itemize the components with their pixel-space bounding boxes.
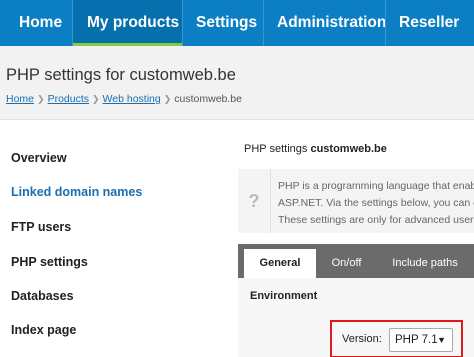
chevron-right-icon: ❯ [163, 94, 172, 104]
chevron-right-icon: ❯ [92, 94, 100, 104]
page-title: PHP settings for customweb.be [6, 66, 236, 84]
nav-divider [263, 0, 264, 46]
nav-home[interactable]: Home [19, 0, 62, 46]
page-header: PHP settings for customweb.be Home ❯ Produ… [0, 46, 474, 120]
info-line: ASP.NET. Via the settings below, you can… [278, 197, 474, 209]
sidebar-item-databases[interactable]: Databases [11, 289, 74, 309]
breadcrumb-current: customweb.be [174, 93, 242, 105]
sidebar-item-ftp-users[interactable]: FTP users [11, 220, 71, 240]
info-line: These settings are only for advanced use… [278, 214, 474, 226]
sidebar-item-php-settings[interactable]: PHP settings [11, 255, 88, 275]
nav-my-products[interactable]: My products [73, 0, 182, 46]
version-label: Version: [342, 333, 382, 345]
section-heading-domain: customweb.be [310, 143, 387, 155]
tab-general[interactable]: General [244, 249, 316, 278]
breadcrumb: Home ❯ Products ❯ Web hosting ❯ customweb.be [6, 93, 242, 105]
nav-divider [182, 0, 183, 46]
sidebar-item-index-page[interactable]: Index page [11, 323, 76, 343]
tab-bar: General On/off Include paths [238, 244, 474, 278]
info-text: PHP is a programming language that enabl… [278, 178, 474, 229]
section-heading: PHP settings customweb.be [244, 143, 387, 155]
environment-label: Environment [250, 290, 318, 302]
breadcrumb-products[interactable]: Products [48, 93, 89, 105]
caret-down-icon: ▼ [437, 335, 446, 345]
nav-administration[interactable]: Administration [277, 0, 386, 46]
sidebar-item-overview[interactable]: Overview [11, 151, 67, 171]
chevron-right-icon: ❯ [37, 94, 45, 104]
php-version-value: PHP 7.1 [395, 334, 438, 346]
info-box: ? PHP is a programming language that ena… [238, 169, 474, 233]
section-heading-prefix: PHP settings [244, 143, 308, 155]
sidebar-item-linked-domain-names[interactable]: Linked domain names [11, 185, 142, 205]
nav-divider [385, 0, 386, 46]
info-line: PHP is a programming language that enabl [278, 180, 474, 192]
breadcrumb-web-hosting[interactable]: Web hosting [103, 93, 161, 105]
tab-include-paths[interactable]: Include paths [378, 249, 472, 278]
nav-settings[interactable]: Settings [196, 0, 257, 46]
tab-on-off[interactable]: On/off [318, 249, 375, 278]
question-icon: ? [238, 169, 271, 233]
top-navigation: Home My products Settings Administration… [0, 0, 474, 46]
breadcrumb-home[interactable]: Home [6, 93, 34, 105]
php-version-select[interactable]: PHP 7.1 ▼ [389, 328, 453, 352]
nav-reseller[interactable]: Reseller [399, 0, 459, 46]
